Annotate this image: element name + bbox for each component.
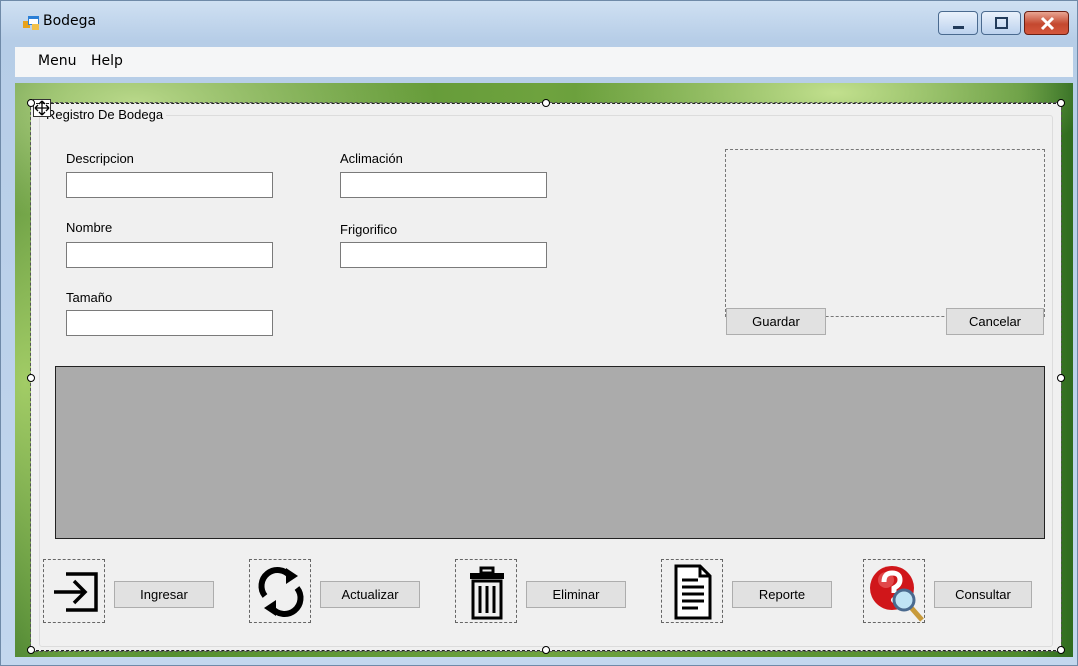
picture-box[interactable] [725,149,1045,317]
sign-in-icon [54,572,98,612]
refresh-icon [258,567,304,617]
eliminar-icon-box[interactable] [455,559,517,623]
reporte-button[interactable]: Reporte [732,581,832,608]
form-icon [23,16,39,30]
resize-handle[interactable] [1057,646,1065,654]
resize-handle[interactable] [542,99,550,107]
label-tamano: Tamaño [66,290,113,305]
consultar-button[interactable]: Consultar [934,581,1032,608]
tamano-input[interactable] [66,310,273,336]
aclimacion-input[interactable] [340,172,547,198]
label-aclimacion: Aclimación [340,151,403,166]
label-descripcion: Descripcion [66,151,134,166]
menu-item-help[interactable]: Help [91,53,123,69]
document-icon [674,564,712,620]
minimize-icon [953,26,964,29]
menu-bar: Menu Help [15,47,1073,77]
label-nombre: Nombre [66,220,113,235]
minimize-button[interactable] [938,11,978,35]
resize-handle[interactable] [27,646,35,654]
label-frigorifico: Frigorifico [340,222,398,237]
close-icon [1040,16,1055,31]
app-window: Bodega Menu Help Registro De Bodega Desc… [0,0,1078,666]
form-client-area: Registro De Bodega Descripcion Nombre Ta… [15,83,1073,657]
maximize-icon [995,17,1008,29]
trash-icon [470,566,504,620]
resize-handle[interactable] [1057,99,1065,107]
guardar-button[interactable]: Guardar [726,308,826,335]
data-grid[interactable] [55,366,1045,539]
help-search-icon [870,566,924,622]
resize-handle[interactable] [542,646,550,654]
resize-handle[interactable] [27,374,35,382]
window-title: Bodega [43,13,97,29]
resize-handle[interactable] [1057,374,1065,382]
move-handle-icon[interactable] [33,99,51,117]
actualizar-button[interactable]: Actualizar [320,581,420,608]
cancelar-button[interactable]: Cancelar [946,308,1044,335]
registro-group: Registro De Bodega Descripcion Nombre Ta… [30,99,1062,652]
menu-item-menu[interactable]: Menu [38,53,76,69]
eliminar-button[interactable]: Eliminar [526,581,626,608]
ingresar-button[interactable]: Ingresar [114,581,214,608]
frigorifico-input[interactable] [340,242,547,268]
descripcion-input[interactable] [66,172,273,198]
group-title: Registro De Bodega [43,107,167,122]
ingresar-icon-box[interactable] [43,559,105,623]
maximize-button[interactable] [981,11,1021,35]
resize-handle[interactable] [27,99,35,107]
title-bar[interactable]: Bodega [1,1,1078,45]
consultar-icon-box[interactable] [863,559,925,623]
close-button[interactable] [1024,11,1069,35]
reporte-icon-box[interactable] [661,559,723,623]
actualizar-icon-box[interactable] [249,559,311,623]
nombre-input[interactable] [66,242,273,268]
